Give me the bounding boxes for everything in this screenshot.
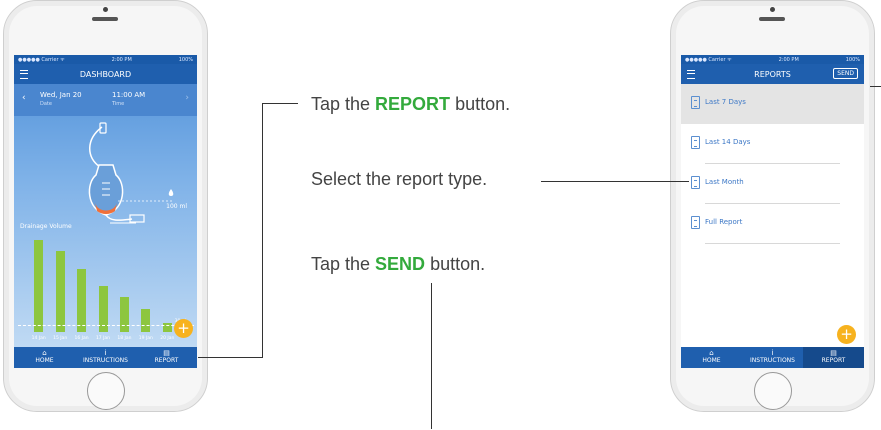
caption-send-pre: Tap the xyxy=(311,254,376,274)
date-time-row: ‹ Wed, Jan 20 Date 11:00 AM Time › xyxy=(14,84,197,116)
clock-text: 2:00 PM xyxy=(111,56,132,63)
caption-send-bold: SEND xyxy=(375,254,426,274)
callout-line-send xyxy=(870,86,881,87)
camera xyxy=(770,7,775,12)
date-value[interactable]: Wed, Jan 20 xyxy=(40,91,82,99)
chart-x-tick: 15 Jan xyxy=(53,336,68,341)
tab-home-label: HOME xyxy=(35,357,54,365)
left-phone: ●●●●● Carrier ᯤ 2:00 PM 100% DASHBOARD ‹… xyxy=(3,0,208,412)
battery-text: 100% xyxy=(178,56,193,63)
drainage-chart: 30ml 14 Jan15 Jan16 Jan17 Jan18 Jan19 Ja… xyxy=(18,240,194,341)
callout-line-send xyxy=(431,283,432,429)
add-button[interactable]: + xyxy=(174,319,193,338)
nav-bar: REPORTS SEND xyxy=(681,64,864,84)
tab-home[interactable]: ⌂ HOME xyxy=(14,347,75,368)
threshold-line xyxy=(18,325,194,326)
chevron-right-icon[interactable]: › xyxy=(185,93,189,103)
tab-instructions[interactable]: i INSTRUCTIONS xyxy=(75,347,136,368)
tab-home-label: HOME xyxy=(702,357,721,365)
volume-marker: 100 ml xyxy=(166,203,187,210)
report-item-full-report[interactable]: Full Report xyxy=(681,204,864,244)
report-item-label: Last 7 Days xyxy=(705,98,746,106)
chart-x-tick: 17 Jan xyxy=(95,336,111,341)
tab-report[interactable]: ▤ REPORT xyxy=(803,347,864,368)
right-phone: ●●●●● Carrier ᯤ 2:00 PM 100% REPORTS SEN… xyxy=(670,0,875,412)
chart-x-tick: 19 Jan xyxy=(138,336,153,341)
chart-x-tick: 16 Jan xyxy=(74,336,89,341)
report-item-last-14-days[interactable]: Last 14 Days xyxy=(681,124,864,164)
reports-screen: ●●●●● Carrier ᯤ 2:00 PM 100% REPORTS SEN… xyxy=(681,55,864,368)
chart-x-tick: 14 Jan xyxy=(31,336,46,341)
home-hardware-button[interactable] xyxy=(754,372,792,410)
time-label: Time xyxy=(112,101,125,107)
tab-report-label: REPORT xyxy=(821,357,846,365)
speaker xyxy=(92,17,118,21)
caption-report-bold: REPORT xyxy=(375,94,451,114)
chart-bar xyxy=(55,251,65,332)
caption-tap-report: Tap the REPORT button. xyxy=(311,94,510,115)
chart-x-ticks: 14 Jan 15 Jan 16 Jan 17 Jan 18 Jan 19 Jan 20 J… xyxy=(28,336,178,344)
callout-line-report xyxy=(198,357,263,358)
status-bar: ●●●●● Carrier ᯤ 2:00 PM 100% xyxy=(14,55,197,64)
document-icon xyxy=(691,136,700,149)
chart-label: Drainage Volume xyxy=(20,223,72,230)
document-icon xyxy=(691,176,700,189)
callout-line-select xyxy=(541,181,689,182)
caption-tap-send: Tap the SEND button. xyxy=(311,254,485,275)
tab-instructions-label: INSTRUCTIONS xyxy=(750,357,795,365)
tab-instructions-label: INSTRUCTIONS xyxy=(83,357,128,365)
drain-bulb-illustration xyxy=(88,122,174,224)
chart-bar xyxy=(119,297,129,332)
carrier-text: ●●●●● Carrier ᯤ xyxy=(685,56,732,63)
report-item-label: Last 14 Days xyxy=(705,138,751,146)
document-icon xyxy=(691,96,700,109)
chevron-left-icon[interactable]: ‹ xyxy=(22,93,26,103)
clock-text: 2:00 PM xyxy=(778,56,799,63)
tab-report-label: REPORT xyxy=(154,357,179,365)
battery-text: 100% xyxy=(845,56,860,63)
home-hardware-button[interactable] xyxy=(87,372,125,410)
tab-instructions[interactable]: i INSTRUCTIONS xyxy=(742,347,803,368)
chart-x-tick: 20 Jan xyxy=(160,336,175,341)
add-button[interactable]: + xyxy=(837,325,856,344)
chart-bar xyxy=(77,269,87,332)
chart-bars xyxy=(28,240,178,332)
divider xyxy=(705,243,840,244)
caption-select-text: Select the report type. xyxy=(311,169,488,189)
callout-line-report xyxy=(262,103,298,104)
caption-report-post: button. xyxy=(450,94,511,114)
nav-bar: DASHBOARD xyxy=(14,64,197,84)
menu-icon[interactable] xyxy=(20,70,28,79)
dashboard-screen: ●●●●● Carrier ᯤ 2:00 PM 100% DASHBOARD ‹… xyxy=(14,55,197,368)
caption-select-type: Select the report type. xyxy=(311,169,487,190)
document-icon xyxy=(691,216,700,229)
status-bar: ●●●●● Carrier ᯤ 2:00 PM 100% xyxy=(681,55,864,64)
page-title: DASHBOARD xyxy=(79,69,132,79)
caption-send-post: button. xyxy=(425,254,486,274)
tab-bar: ⌂ HOME i INSTRUCTIONS ▤ REPORT xyxy=(14,347,197,368)
carrier-text: ●●●●● Carrier ᯤ xyxy=(18,56,65,63)
chart-x-tick: 18 Jan xyxy=(117,336,132,341)
time-value[interactable]: 11:00 AM xyxy=(112,91,145,99)
report-item-last-month[interactable]: Last Month xyxy=(681,164,864,204)
tab-report[interactable]: ▤ REPORT xyxy=(136,347,197,368)
caption-report-pre: Tap the xyxy=(311,94,376,114)
camera xyxy=(103,7,108,12)
report-item-last-7-days[interactable]: Last 7 Days xyxy=(681,84,864,124)
date-label: Date xyxy=(40,101,52,107)
page-title: REPORTS xyxy=(754,69,791,79)
speaker xyxy=(759,17,785,21)
menu-icon[interactable] xyxy=(687,70,695,79)
report-item-label: Full Report xyxy=(705,218,743,226)
callout-line-report xyxy=(262,103,263,358)
chart-bar xyxy=(34,240,44,332)
send-button[interactable]: SEND xyxy=(833,68,858,79)
tab-home[interactable]: ⌂ HOME xyxy=(681,347,742,368)
tab-bar: ⌂ HOME i INSTRUCTIONS ▤ REPORT xyxy=(681,347,864,368)
report-item-label: Last Month xyxy=(705,178,744,186)
chart-bar xyxy=(141,309,151,332)
